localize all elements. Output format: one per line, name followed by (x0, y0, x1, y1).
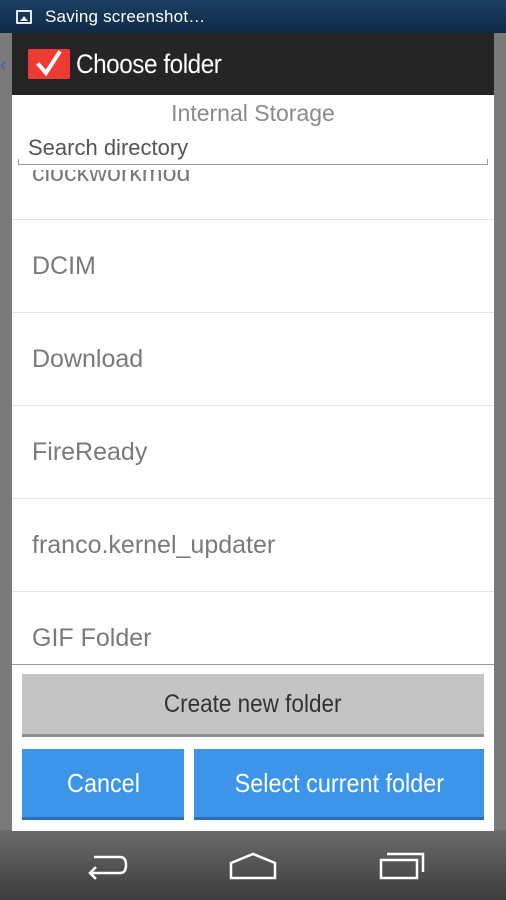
folder-name: clockworkmod (32, 170, 191, 187)
back-icon[interactable] (76, 847, 136, 885)
list-item[interactable]: GIF Folder (12, 592, 494, 664)
cancel-label: Cancel (66, 767, 140, 798)
home-icon[interactable] (223, 847, 283, 885)
list-item[interactable]: FireReady (12, 406, 494, 499)
folder-name: DCIM (32, 251, 96, 280)
search-field (12, 131, 494, 169)
dialog-title: Choose folder (76, 48, 222, 79)
folder-name: FireReady (32, 437, 148, 466)
search-input[interactable] (18, 131, 488, 165)
choose-folder-dialog: Choose folder Internal Storage clockwork… (12, 33, 494, 831)
folder-list-content: clockworkmod DCIM Download FireReady fra… (12, 170, 494, 664)
folder-list[interactable]: clockworkmod DCIM Download FireReady fra… (12, 170, 494, 664)
folder-name: franco.kernel_updater (32, 530, 276, 559)
checkmark-icon (28, 49, 70, 79)
notification-text: Saving screenshot… (45, 6, 206, 26)
status-bar: Saving screenshot… (0, 0, 506, 33)
recent-apps-icon[interactable] (372, 847, 432, 885)
create-new-folder-label: Create new folder (164, 689, 342, 718)
folder-name: Download (32, 344, 144, 373)
image-icon (16, 9, 32, 24)
select-current-folder-label: Select current folder (234, 767, 444, 798)
select-current-folder-button[interactable]: Select current folder (194, 749, 484, 820)
list-item[interactable]: clockworkmod (12, 170, 494, 220)
list-divider (12, 664, 494, 665)
storage-label: Internal Storage (171, 100, 335, 126)
list-item[interactable]: franco.kernel_updater (12, 499, 494, 592)
list-item[interactable]: DCIM (12, 220, 494, 313)
navigation-bar (0, 831, 506, 900)
folder-name: GIF Folder (32, 623, 152, 652)
dialog-header: Choose folder (12, 33, 494, 95)
list-item[interactable]: Download (12, 313, 494, 406)
create-new-folder-button[interactable]: Create new folder (22, 674, 484, 737)
chevron-left-icon: ‹ (0, 54, 7, 76)
cancel-button[interactable]: Cancel (22, 749, 184, 820)
search-underline (18, 159, 488, 165)
